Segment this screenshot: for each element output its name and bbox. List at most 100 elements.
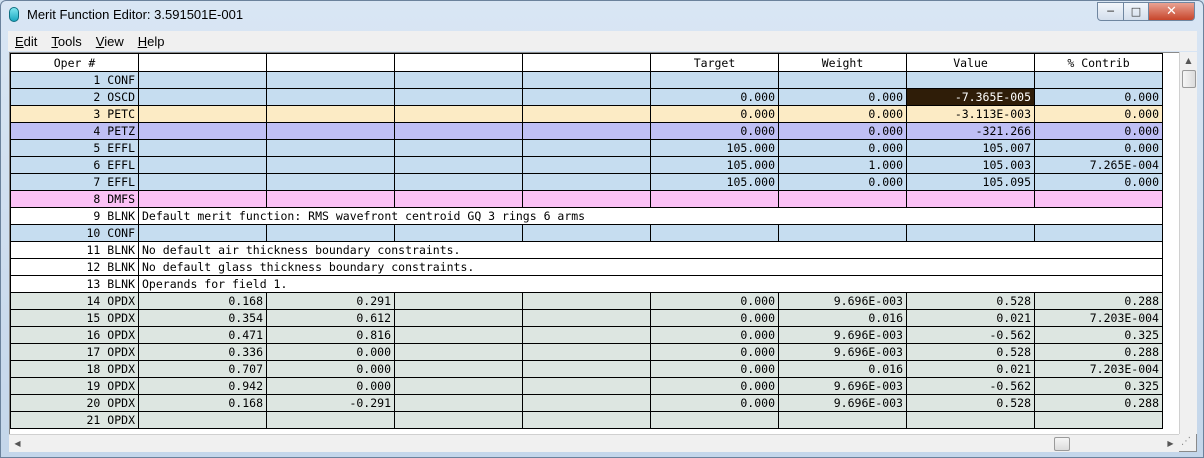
table-cell[interactable]: 0.000 (266, 377, 395, 395)
maximize-button[interactable]: □ (1123, 2, 1149, 21)
table-cell[interactable]: 0.000 (650, 292, 779, 310)
table-cell[interactable] (266, 88, 395, 106)
table-cell[interactable]: 0.471 (138, 326, 267, 344)
operand-cell[interactable]: 16 OPDX (10, 326, 139, 344)
table-cell[interactable] (394, 173, 523, 191)
vertical-scrollbar[interactable]: ▲ (1179, 52, 1197, 434)
table-cell[interactable] (138, 105, 267, 123)
table-cell[interactable] (650, 411, 779, 429)
table-cell[interactable]: 0.528 (906, 394, 1035, 412)
table-cell[interactable]: 0.000 (650, 326, 779, 344)
table-cell[interactable]: 0.000 (1034, 105, 1163, 123)
table-cell[interactable] (394, 71, 523, 89)
operand-cell[interactable]: 15 OPDX (10, 309, 139, 327)
table-cell[interactable]: -7.365E-005 (906, 88, 1035, 106)
table-cell[interactable]: 0.000 (778, 173, 907, 191)
table-cell[interactable]: 9.696E-003 (778, 292, 907, 310)
table-cell[interactable] (522, 309, 651, 327)
table-cell[interactable]: 7.203E-004 (1034, 309, 1163, 327)
scroll-left-icon[interactable]: ◀ (9, 435, 26, 452)
table-cell[interactable]: 105.007 (906, 139, 1035, 157)
table-cell[interactable]: 105.000 (650, 139, 779, 157)
table-cell[interactable] (394, 139, 523, 157)
table-cell[interactable]: 0.021 (906, 360, 1035, 378)
table-cell[interactable]: 0.000 (1034, 139, 1163, 157)
table-cell[interactable] (778, 71, 907, 89)
table-cell[interactable] (394, 360, 523, 378)
table-cell[interactable]: -321.266 (906, 122, 1035, 140)
comment-cell[interactable]: Operands for field 1. (138, 275, 1163, 293)
table-cell[interactable]: 9.696E-003 (778, 343, 907, 361)
table-cell[interactable]: -0.562 (906, 326, 1035, 344)
table-cell[interactable]: 0.288 (1034, 292, 1163, 310)
table-cell[interactable] (394, 326, 523, 344)
table-cell[interactable]: 1.000 (778, 156, 907, 174)
title-bar[interactable]: Merit Function Editor: 3.591501E-001 ─ □… (1, 1, 1203, 29)
table-cell[interactable] (1034, 224, 1163, 242)
operand-cell[interactable]: 18 OPDX (10, 360, 139, 378)
table-cell[interactable]: 0.707 (138, 360, 267, 378)
menu-tools[interactable]: Tools (44, 34, 88, 49)
table-cell[interactable]: 0.000 (1034, 88, 1163, 106)
table-cell[interactable]: 0.000 (650, 343, 779, 361)
table-cell[interactable] (650, 190, 779, 208)
table-cell[interactable] (394, 309, 523, 327)
vertical-scroll-thumb[interactable] (1182, 70, 1196, 88)
operand-cell[interactable]: 5 EFFL (10, 139, 139, 157)
operand-cell[interactable]: 7 EFFL (10, 173, 139, 191)
table-cell[interactable]: 0.325 (1034, 377, 1163, 395)
table-cell[interactable]: -3.113E-003 (906, 105, 1035, 123)
table-cell[interactable] (522, 88, 651, 106)
table-cell[interactable] (394, 105, 523, 123)
table-cell[interactable]: 0.291 (266, 292, 395, 310)
table-cell[interactable] (266, 122, 395, 140)
table-cell[interactable] (778, 411, 907, 429)
table-cell[interactable] (394, 122, 523, 140)
menu-edit[interactable]: Edit (8, 34, 44, 49)
table-cell[interactable] (522, 326, 651, 344)
table-cell[interactable]: 0.000 (650, 309, 779, 327)
table-cell[interactable]: 9.696E-003 (778, 394, 907, 412)
table-cell[interactable]: 0.000 (778, 88, 907, 106)
table-cell[interactable]: 0.000 (650, 105, 779, 123)
table-cell[interactable]: 0.354 (138, 309, 267, 327)
table-cell[interactable] (394, 156, 523, 174)
operand-cell[interactable]: 17 OPDX (10, 343, 139, 361)
table-cell[interactable] (522, 139, 651, 157)
table-cell[interactable] (522, 360, 651, 378)
table-cell[interactable]: 0.325 (1034, 326, 1163, 344)
operand-cell[interactable]: 9 BLNK (10, 207, 139, 225)
operand-cell[interactable]: 10 CONF (10, 224, 139, 242)
table-cell[interactable]: 0.000 (1034, 122, 1163, 140)
table-cell[interactable] (522, 190, 651, 208)
table-cell[interactable]: 0.000 (778, 122, 907, 140)
table-cell[interactable] (266, 156, 395, 174)
table-cell[interactable] (138, 411, 267, 429)
table-cell[interactable]: 0.000 (650, 122, 779, 140)
table-cell[interactable]: 0.000 (650, 360, 779, 378)
operand-cell[interactable]: 3 PETC (10, 105, 139, 123)
table-cell[interactable]: 0.528 (906, 292, 1035, 310)
operand-cell[interactable]: 4 PETZ (10, 122, 139, 140)
table-cell[interactable]: 0.016 (778, 360, 907, 378)
operand-cell[interactable]: 20 OPDX (10, 394, 139, 412)
table-cell[interactable]: 105.003 (906, 156, 1035, 174)
operand-cell[interactable]: 11 BLNK (10, 241, 139, 259)
table-cell[interactable] (138, 122, 267, 140)
table-cell[interactable] (650, 71, 779, 89)
table-cell[interactable]: 0.000 (650, 377, 779, 395)
table-cell[interactable] (394, 377, 523, 395)
table-cell[interactable] (522, 411, 651, 429)
table-cell[interactable] (266, 139, 395, 157)
table-cell[interactable]: 0.816 (266, 326, 395, 344)
operand-cell[interactable]: 21 OPDX (10, 411, 139, 429)
table-cell[interactable] (522, 71, 651, 89)
table-cell[interactable]: 0.000 (266, 343, 395, 361)
table-cell[interactable]: -0.291 (266, 394, 395, 412)
table-cell[interactable] (522, 122, 651, 140)
table-cell[interactable]: 0.942 (138, 377, 267, 395)
table-cell[interactable]: 0.288 (1034, 343, 1163, 361)
table-cell[interactable] (138, 173, 267, 191)
table-cell[interactable]: 0.016 (778, 309, 907, 327)
table-cell[interactable] (138, 224, 267, 242)
